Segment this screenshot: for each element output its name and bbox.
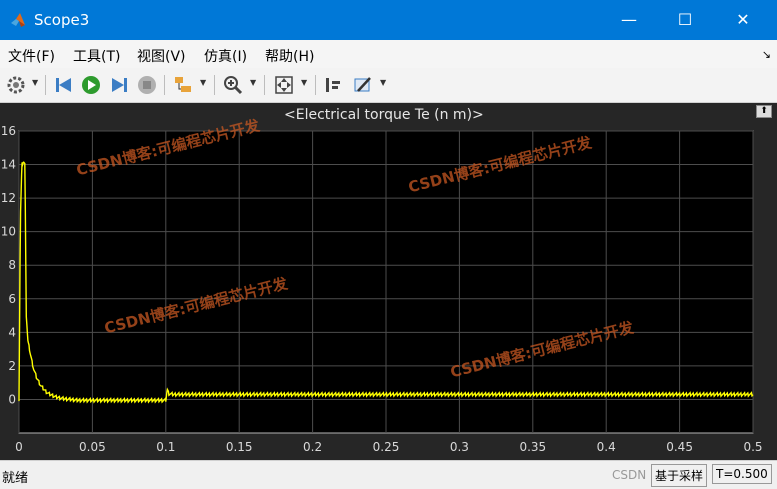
x-tick-label: 0.25 [373,440,400,454]
x-tick-label: 0.05 [79,440,106,454]
toolbar-separator [315,75,316,95]
x-tick-label: 0.2 [303,440,322,454]
chevron-down-icon[interactable]: ▼ [250,78,256,87]
title-bar: Scope3 — ☐ ✕ [0,0,777,40]
stop-icon[interactable] [136,74,158,96]
simulation-time: T=0.500 [712,464,772,484]
x-tick-label: 0.3 [450,440,469,454]
x-tick-label: 0.15 [226,440,253,454]
status-text: 就绪 [2,471,29,486]
matlab-logo-icon [11,13,25,27]
fit-to-view-icon[interactable] [273,74,295,96]
menu-view[interactable]: 视图(V) [137,46,186,66]
x-tick-label: 0.4 [597,440,616,454]
y-tick-label: 0 [8,392,16,406]
toolbar: ▼ ▼ ▼ ▼ ▼ [0,68,777,103]
chevron-down-icon[interactable]: ▼ [301,78,307,87]
y-tick-label: 2 [8,359,16,373]
menu-tools[interactable]: 工具(T) [73,46,120,66]
y-tick-label: 14 [1,158,16,172]
toolbar-separator [264,75,265,95]
toolbar-separator [214,75,215,95]
x-tick-label: 0 [15,440,23,454]
plot-title: <Electrical torque Te (n m)> [284,107,484,123]
chevron-down-icon[interactable]: ▼ [32,78,38,87]
status-bar: 就绪 CSDN 基于采样 T=0.500 [0,460,777,489]
zoom-in-icon[interactable] [222,74,244,96]
run-icon[interactable] [80,74,102,96]
step-back-icon[interactable] [53,74,75,96]
chevron-down-icon[interactable]: ▼ [200,78,206,87]
highlight-icon[interactable] [172,74,194,96]
y-tick-label: 8 [8,258,16,272]
y-tick-label: 10 [1,225,16,239]
menu-dock-arrow-icon[interactable]: ↘ [762,48,771,61]
sample-mode-indicator: 基于采样 [651,464,708,487]
y-tick-label: 16 [1,124,16,138]
expand-legend-button[interactable]: ⬆ [756,105,772,118]
maximize-button[interactable]: ☐ [662,0,708,40]
toolbar-separator [45,75,46,95]
cursor-measure-icon[interactable] [322,74,344,96]
window-title: Scope3 [34,11,90,29]
step-forward-icon[interactable] [108,74,130,96]
style-pen-icon[interactable] [352,74,374,96]
chevron-down-icon[interactable]: ▼ [380,78,386,87]
menu-simulation[interactable]: 仿真(I) [204,46,247,66]
x-tick-label: 0.45 [666,440,693,454]
close-button[interactable]: ✕ [720,0,766,40]
menu-help[interactable]: 帮助(H) [265,46,314,66]
minimize-button[interactable]: — [606,0,652,40]
y-tick-label: 6 [8,292,16,306]
x-tick-label: 0.1 [156,440,175,454]
x-tick-label: 0.35 [519,440,546,454]
toolbar-separator [164,75,165,95]
y-tick-label: 4 [8,325,16,339]
x-tick-label: 0.5 [743,440,762,454]
gear-icon[interactable] [5,74,27,96]
y-tick-label: 12 [1,191,16,205]
status-watermark: CSDN [612,468,647,482]
menu-bar: 文件(F) 工具(T) 视图(V) 仿真(I) 帮助(H) ↘ [0,40,777,68]
menu-file[interactable]: 文件(F) [8,46,55,66]
